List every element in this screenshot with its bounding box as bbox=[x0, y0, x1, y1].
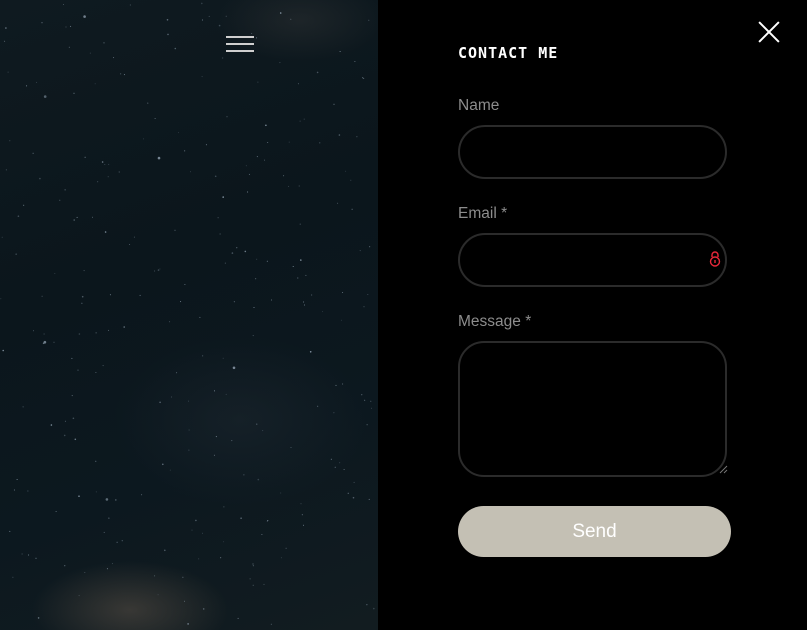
name-label: Name bbox=[458, 97, 500, 114]
name-field[interactable] bbox=[458, 125, 727, 179]
resize-grip-icon[interactable] bbox=[719, 465, 728, 474]
stars-decoration bbox=[0, 2, 375, 625]
email-field[interactable] bbox=[458, 233, 727, 287]
message-label: Message * bbox=[458, 313, 532, 330]
close-icon[interactable] bbox=[757, 20, 781, 44]
message-field[interactable] bbox=[458, 341, 727, 477]
send-button[interactable]: Send bbox=[458, 506, 731, 557]
hamburger-menu-icon[interactable] bbox=[226, 36, 254, 54]
contact-title: CONTACT ME bbox=[458, 44, 559, 62]
starry-sky-background bbox=[0, 0, 378, 630]
email-label: Email * bbox=[458, 205, 508, 222]
lock-icon bbox=[709, 251, 721, 267]
